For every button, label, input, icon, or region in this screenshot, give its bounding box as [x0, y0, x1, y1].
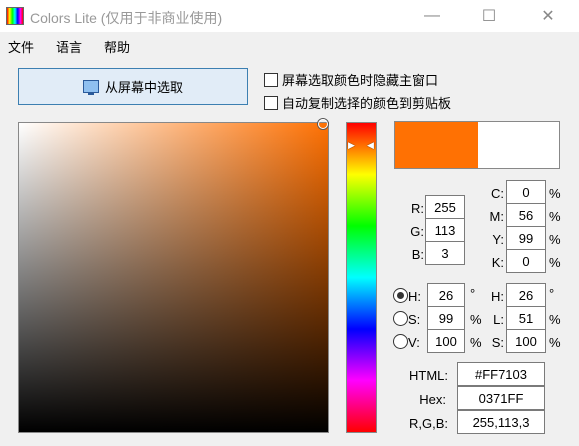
k-unit: %: [549, 255, 561, 270]
hsv-h-radio[interactable]: [393, 288, 408, 303]
hsv-h-field[interactable]: 26: [427, 283, 465, 307]
hsv-v-radio[interactable]: [393, 334, 408, 349]
auto-copy-label: 自动复制选择的颜色到剪贴板: [282, 96, 452, 111]
m-unit: %: [549, 209, 561, 224]
monitor-icon: [82, 80, 99, 95]
b-label: B:: [411, 247, 424, 262]
hsv-v-unit: %: [470, 335, 482, 350]
g-label: G:: [410, 224, 424, 239]
hue-slider[interactable]: [346, 122, 377, 433]
pick-button-label: 从屏幕中选取: [104, 80, 183, 95]
app-icon: [6, 7, 24, 25]
saturation-value-field[interactable]: [18, 122, 329, 433]
menu-language[interactable]: 语言: [56, 37, 82, 56]
r-field[interactable]: 255: [425, 195, 465, 219]
c-unit: %: [549, 186, 561, 201]
menu-help[interactable]: 帮助: [104, 37, 130, 56]
hsv-h-unit: °: [470, 286, 476, 301]
hide-main-option[interactable]: 屏幕选取颜色时隐藏主窗口: [264, 70, 438, 89]
c-field[interactable]: 0: [506, 180, 546, 204]
menu-bar: 文件 语言 帮助: [0, 32, 579, 58]
hsv-v-label: V:: [408, 335, 420, 350]
title-bar: Colors Lite (仅用于非商业使用) — ☐ ✕: [0, 0, 579, 32]
hsl-h-unit: °: [549, 286, 555, 301]
c-label: C:: [491, 186, 504, 201]
hide-main-checkbox[interactable]: [264, 72, 278, 87]
rgb-code-label: R,G,B:: [408, 416, 448, 431]
maximize-button[interactable]: ☐: [466, 0, 512, 32]
minimize-button[interactable]: —: [409, 0, 455, 32]
hsl-h-field[interactable]: 26: [506, 283, 546, 307]
g-field[interactable]: 113: [425, 218, 465, 242]
hsl-h-label: H:: [491, 289, 504, 304]
y-unit: %: [549, 232, 561, 247]
y-label: Y:: [492, 232, 504, 247]
window-title: Colors Lite (仅用于非商业使用): [30, 10, 223, 26]
r-label: R:: [411, 201, 424, 216]
close-button[interactable]: ✕: [525, 0, 571, 32]
hsv-s-label: S:: [408, 312, 421, 327]
hue-arrow-left-icon[interactable]: ▶: [348, 140, 355, 151]
color-preview: [394, 121, 560, 169]
hsv-s-field[interactable]: 99: [427, 306, 465, 330]
hue-arrow-right-icon[interactable]: ◀: [367, 140, 374, 151]
field-marker[interactable]: [318, 119, 328, 129]
hsv-s-radio[interactable]: [393, 311, 408, 326]
html-code-field[interactable]: #FF7103: [457, 362, 545, 386]
hsl-l-field[interactable]: 51: [506, 306, 546, 330]
pick-from-screen-button[interactable]: 从屏幕中选取: [18, 68, 248, 105]
k-label: K:: [491, 255, 504, 270]
menu-file[interactable]: 文件: [8, 37, 34, 56]
hsl-s-unit: %: [549, 335, 561, 350]
hide-main-label: 屏幕选取颜色时隐藏主窗口: [282, 73, 439, 88]
hsl-l-label: L:: [493, 312, 504, 327]
html-label: HTML:: [409, 368, 448, 383]
k-field[interactable]: 0: [506, 249, 546, 273]
b-field[interactable]: 3: [425, 241, 465, 265]
m-field[interactable]: 56: [506, 203, 546, 227]
hsv-v-field[interactable]: 100: [427, 329, 465, 353]
rgb-code-field[interactable]: 255,113,3: [457, 410, 545, 434]
hex-label: Hex:: [419, 392, 446, 407]
hsv-s-unit: %: [470, 312, 482, 327]
auto-copy-option[interactable]: 自动复制选择的颜色到剪贴板: [264, 93, 451, 112]
m-label: M:: [489, 209, 504, 224]
y-field[interactable]: 99: [506, 226, 546, 250]
hex-code-field[interactable]: 0371FF: [457, 386, 545, 410]
hsv-h-label: H:: [408, 289, 421, 304]
current-color-swatch: [395, 122, 478, 168]
hsl-l-unit: %: [549, 312, 561, 327]
auto-copy-checkbox[interactable]: [264, 95, 278, 110]
hsl-s-label: S:: [491, 335, 504, 350]
hsl-s-field[interactable]: 100: [506, 329, 546, 353]
